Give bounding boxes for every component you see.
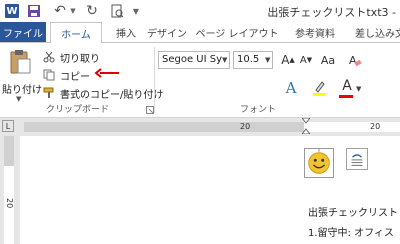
smiley-face-icon[interactable]	[304, 148, 334, 178]
cut-label: 切り取り	[60, 53, 100, 65]
document-text-line[interactable]: 1.留守中: オフィス	[308, 224, 394, 239]
tab-insert[interactable]: 挿入	[108, 22, 144, 42]
format-painter-icon	[42, 86, 56, 100]
font-color-button[interactable]: A	[336, 77, 358, 95]
cut-button[interactable]: 切り取り	[42, 49, 100, 65]
shrink-font-label: A	[299, 54, 307, 66]
word-icon: W	[5, 4, 19, 18]
paste-dropdown-icon[interactable]: ▼	[16, 95, 21, 103]
copy-icon	[42, 68, 56, 82]
text-effects-button[interactable]: A	[282, 79, 300, 97]
font-name-select[interactable]: Segoe UI Sy	[158, 51, 230, 69]
change-case-button[interactable]: Aa	[318, 51, 338, 69]
ruler-number: 20	[370, 122, 381, 131]
dialog-launcher-icon[interactable]	[146, 106, 154, 114]
tab-selector[interactable]: L	[2, 120, 14, 132]
highlighter-icon[interactable]	[310, 79, 328, 97]
scissors-icon	[42, 50, 56, 64]
clear-formatting-icon[interactable]: A	[346, 51, 364, 69]
redo-icon[interactable]: ↻	[84, 2, 100, 20]
copy-label: コピー	[60, 71, 90, 83]
print-preview-icon[interactable]	[109, 2, 125, 20]
undo-icon[interactable]: ↶	[52, 2, 68, 20]
chevron-down-icon[interactable]: ▼	[356, 85, 361, 93]
clipboard-group-label: クリップボード	[46, 105, 110, 115]
annotation-arrow-icon	[94, 68, 119, 78]
shrink-font-button[interactable]: A ▼	[298, 51, 314, 69]
font-color-swatch	[339, 95, 353, 98]
text-effects-label: A	[285, 79, 297, 97]
ruler-margin	[24, 122, 304, 132]
grow-font-button[interactable]: A ▲	[280, 51, 296, 69]
tab-design[interactable]: デザイン	[146, 22, 188, 42]
save-icon[interactable]	[26, 2, 42, 20]
document-title: 出張チェックリストtxt3 -	[267, 6, 396, 19]
paste-button[interactable]: 貼り付け ▼	[2, 47, 42, 105]
chevron-down-icon[interactable]: ▼	[265, 56, 270, 64]
tab-page-layout[interactable]: ページ レイアウト	[194, 22, 280, 42]
change-case-label: Aa	[320, 53, 336, 67]
format-painter-button[interactable]: 書式のコピー/貼り付け	[42, 85, 163, 101]
font-group-label: フォント	[240, 105, 277, 115]
title-bar: W ↶ ▼ ↻ ▼ 出張チェックリストtxt3 -	[0, 0, 400, 22]
grow-font-label: A	[281, 53, 290, 67]
tab-mailings[interactable]: 差し込み文	[350, 22, 400, 42]
chevron-down-icon[interactable]: ▼	[222, 56, 227, 64]
ruler-number: 20	[240, 122, 251, 131]
group-separator	[154, 47, 155, 113]
ruler-margin	[4, 136, 14, 166]
ribbon-tabs: ファイル ホーム 挿入 デザイン ページ レイアウト 参考資料 差し込み文	[0, 22, 400, 43]
ruler-number: 20	[5, 198, 14, 209]
font-color-label: A	[342, 78, 352, 94]
ribbon: 貼り付け ▼ 切り取り コピー 書式のコピー/貼り付け クリップボード Sego…	[0, 42, 400, 118]
customize-quick-access-icon[interactable]: ▼	[131, 2, 141, 20]
copy-button[interactable]: コピー	[42, 67, 90, 83]
indent-marker-icon[interactable]	[302, 118, 310, 134]
undo-dropdown-icon[interactable]: ▼	[69, 2, 77, 20]
clipboard-icon	[9, 49, 31, 75]
paste-label: 貼り付け	[2, 85, 42, 96]
format-painter-label: 書式のコピー/貼り付け	[60, 89, 164, 101]
tab-references[interactable]: 参考資料	[288, 22, 342, 42]
layout-options-icon[interactable]	[346, 148, 368, 170]
tab-file[interactable]: ファイル	[0, 22, 46, 42]
tab-home[interactable]: ホーム	[50, 22, 102, 43]
document-text-line[interactable]: 出張チェックリスト	[308, 204, 398, 219]
